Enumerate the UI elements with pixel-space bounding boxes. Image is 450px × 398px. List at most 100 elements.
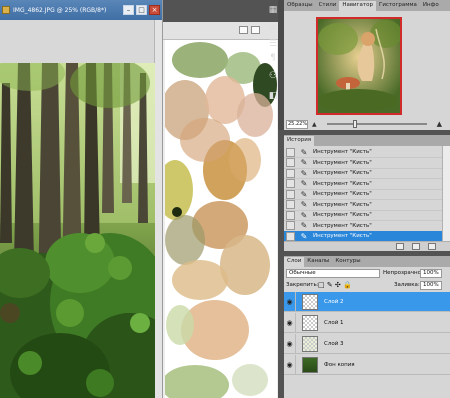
- history-item-label: Инструмент "Кисть": [313, 191, 372, 197]
- tab-channels[interactable]: Каналы: [304, 257, 332, 267]
- canvas-minimize-button[interactable]: [239, 26, 248, 34]
- brush-icon: ✎: [300, 147, 308, 157]
- zoom-out-icon[interactable]: ▲: [312, 121, 317, 128]
- brush-icon: ✎: [300, 221, 308, 230]
- lock-icons[interactable]: □ ✎ ✣ 🔒: [318, 281, 352, 289]
- document-icon: [2, 6, 10, 14]
- brush-strokes-image: [165, 40, 277, 398]
- brush-icon: ✎: [300, 168, 308, 178]
- history-checkbox[interactable]: [286, 221, 295, 230]
- forest-photo-image: [0, 63, 155, 398]
- history-item-label: Инструмент "Кисть": [313, 159, 372, 166]
- history-item[interactable]: ✎ Инструмент "Кисть": [284, 147, 442, 158]
- navigator-preview[interactable]: [316, 17, 402, 115]
- history-item-label: Инструмент "Кисть": [313, 222, 372, 229]
- fairy-preview-image: [318, 19, 400, 113]
- brush-icon: ✎: [300, 189, 308, 199]
- minimize-button[interactable]: –: [123, 5, 134, 15]
- opacity-field[interactable]: 100%: [420, 269, 442, 278]
- layer-row[interactable]: ◉ Слой 2: [284, 291, 450, 312]
- history-item-label: Инструмент "Кисть": [313, 201, 372, 208]
- zoom-row: 25.22% ▲ ▲: [284, 118, 450, 130]
- visibility-eye-icon[interactable]: ◉: [284, 333, 296, 354]
- tab-layers[interactable]: Слои: [284, 257, 305, 267]
- tab-styles[interactable]: Стили: [316, 1, 340, 11]
- layer-thumbnail: [302, 293, 318, 310]
- tab-info[interactable]: Инфо: [420, 1, 442, 11]
- history-item-label: Инструмент "Кисть": [313, 212, 372, 218]
- canvas-window-bar[interactable]: [163, 22, 278, 40]
- history-item[interactable]: ✎ Инструмент "Кисть": [284, 200, 442, 211]
- history-item[interactable]: ✎ Инструмент "Кисть": [284, 210, 442, 221]
- zoom-in-icon[interactable]: ▲: [437, 120, 442, 128]
- brush-icon: ✎: [300, 179, 308, 188]
- layer-name: Фон копия: [324, 361, 355, 368]
- history-item-label: Инструмент "Кисть": [313, 180, 372, 187]
- layers-tabs: Слои Каналы Контуры: [284, 256, 450, 267]
- history-checkbox[interactable]: [286, 210, 295, 220]
- tab-history[interactable]: История: [284, 136, 315, 146]
- history-checkbox[interactable]: [286, 147, 295, 157]
- layer-row[interactable]: ◉ Слой 3: [284, 333, 450, 354]
- brush-icon: ✎: [300, 210, 308, 220]
- navigator-panel[interactable]: Образцы Стили Навигатор Гистограмма Инфо: [284, 0, 450, 130]
- layer-thumbnail: [302, 335, 318, 352]
- maximize-button[interactable]: □: [136, 5, 147, 15]
- brush-icon: ✎: [300, 200, 308, 209]
- layer-thumbnail: [302, 356, 318, 373]
- layer-row[interactable]: ◉ Фон копия: [284, 354, 450, 375]
- visibility-eye-icon[interactable]: ◉: [284, 291, 296, 312]
- document-window[interactable]: IMG_4862.JPG @ 25% (RGB/8*) – □ ×: [0, 0, 163, 398]
- canvas-maximize-button[interactable]: [251, 26, 260, 34]
- history-toolbar: [284, 241, 450, 251]
- history-checkbox[interactable]: [286, 189, 295, 199]
- blend-mode-select[interactable]: Обычные: [286, 269, 380, 278]
- history-checkbox[interactable]: [286, 179, 295, 188]
- history-scrollbar[interactable]: [442, 146, 450, 241]
- layer-name: Слой 1: [324, 319, 344, 326]
- fill-field[interactable]: 100%: [420, 281, 442, 290]
- history-item[interactable]: ✎ Инструмент "Кисть": [284, 189, 442, 200]
- layer-name: Слой 3: [324, 340, 344, 347]
- fill-label: Заливка:: [394, 282, 420, 288]
- history-item-label: Инструмент "Кисть": [313, 149, 372, 155]
- history-tabs: История: [284, 135, 450, 146]
- new-document-icon[interactable]: [396, 243, 404, 250]
- history-checkbox[interactable]: [286, 158, 295, 167]
- painting-canvas[interactable]: [165, 40, 277, 398]
- history-item-label: Инструмент "Кисть": [313, 170, 372, 176]
- trash-icon[interactable]: [428, 243, 436, 250]
- visibility-eye-icon[interactable]: ◉: [284, 354, 296, 375]
- history-item-label: Инструмент "Кисть": [313, 233, 372, 239]
- tab-histogram[interactable]: Гистограмма: [376, 1, 420, 11]
- history-item[interactable]: ✎ Инструмент "Кисть": [284, 179, 442, 190]
- zoom-slider-knob[interactable]: [352, 120, 357, 128]
- zoom-value-field[interactable]: 25.22%: [286, 119, 308, 129]
- visibility-eye-icon[interactable]: ◉: [284, 312, 296, 333]
- history-panel[interactable]: История ✎ Инструмент "Кисть" ✎ Инструмент "…: [284, 135, 450, 251]
- new-snapshot-icon[interactable]: [412, 243, 420, 250]
- brush-icon: ✎: [300, 231, 308, 241]
- history-checkbox[interactable]: [286, 231, 295, 241]
- layer-thumbnail: [302, 314, 318, 331]
- tab-navigator[interactable]: Навигатор: [339, 1, 376, 11]
- canvas-window[interactable]: [163, 22, 278, 398]
- history-checkbox[interactable]: [286, 168, 295, 178]
- forest-photo[interactable]: [0, 63, 155, 398]
- layer-name: Слой 2: [324, 298, 344, 305]
- layer-row[interactable]: ◉ Слой 1: [284, 312, 450, 333]
- history-item[interactable]: ✎ Инструмент "Кисть": [284, 168, 442, 179]
- history-item[interactable]: ✎ Инструмент "Кисть": [284, 221, 442, 232]
- tab-swatches[interactable]: Образцы: [284, 1, 316, 11]
- layers-panel[interactable]: Слои Каналы Контуры Обычные Непрозрачнос…: [284, 256, 450, 398]
- document-title-bar[interactable]: IMG_4862.JPG @ 25% (RGB/8*) – □ ×: [0, 0, 162, 20]
- document-title: IMG_4862.JPG @ 25% (RGB/8*): [13, 6, 107, 14]
- navigator-tabs: Образцы Стили Навигатор Гистограмма Инфо: [284, 0, 450, 11]
- brush-icon: ✎: [300, 158, 308, 167]
- zoom-slider[interactable]: [326, 120, 427, 128]
- history-item[interactable]: ✎ Инструмент "Кисть": [284, 158, 442, 169]
- close-button[interactable]: ×: [149, 5, 160, 15]
- history-checkbox[interactable]: [286, 200, 295, 209]
- document-scrollbar[interactable]: [154, 20, 162, 398]
- tab-paths[interactable]: Контуры: [332, 257, 363, 267]
